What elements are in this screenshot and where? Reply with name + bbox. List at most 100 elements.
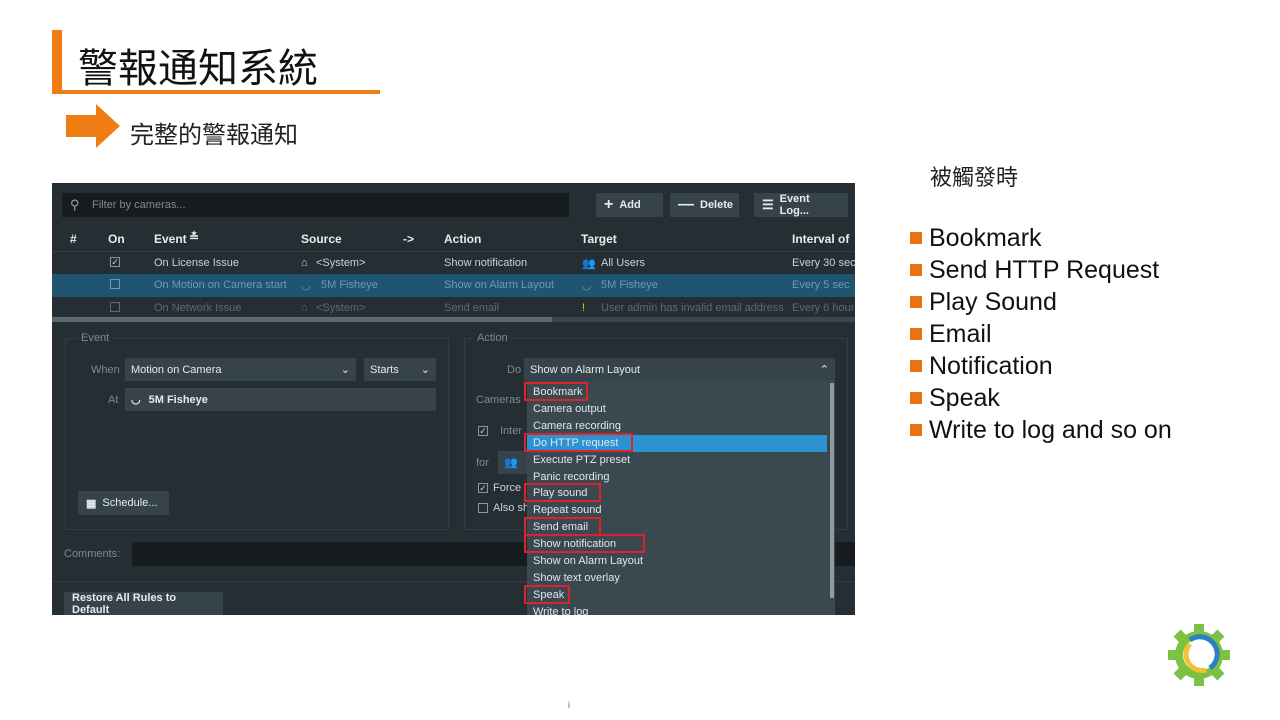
page-marker: i [568,700,570,710]
row-source: <System> [316,257,366,269]
scrollbar-thumb[interactable] [52,317,552,322]
table-row[interactable]: ✓ On License Issue ⌂ <System> Show notif… [52,251,855,274]
rules-screenshot: ⚲ Filter by cameras... + Add — Delete ☰ Eve… [52,183,855,615]
row-interval: Every 5 sec [792,279,850,291]
dropdown-scrollbar[interactable] [830,383,834,598]
starts-value: Starts [370,363,399,376]
bullet-square-icon [910,264,922,276]
highlight-box [524,382,589,401]
home-icon: ⌂ [301,302,308,314]
row-action: Show on Alarm Layout [444,279,555,291]
row-source: 5M Fisheye [321,279,378,291]
chevron-down-icon: ⌄ [420,364,430,376]
when-select[interactable]: Motion on Camera ⌄ [125,358,356,381]
dropdown-option[interactable]: Execute PTZ preset [533,452,630,469]
checkbox-unchecked[interactable] [110,279,120,289]
horizontal-scrollbar[interactable] [52,317,855,322]
users-icon: 👥 [582,258,596,270]
force-label: Force [493,482,522,494]
interval-checkbox[interactable]: ✓ [478,426,488,436]
plus-icon: + [604,196,614,213]
col-on[interactable]: On [108,232,125,246]
row-interval: Every 6 hour [792,302,855,314]
slide-subtitle: 完整的警報通知 [130,121,298,149]
restore-label: Restore All Rules to Default [72,592,177,615]
col-target[interactable]: Target [581,232,617,246]
force-checkbox[interactable]: ✓ [478,483,488,493]
table-row-selected[interactable]: On Motion on Camera start ◡ 5M Fisheye S… [52,274,855,297]
chevron-down-icon: ⌄ [340,364,350,376]
bullet-item: Email [910,318,1172,350]
highlight-box [524,483,601,503]
restore-defaults-button[interactable]: Restore All Rules to Default [64,592,223,615]
list-icon: ☰ [762,197,774,212]
event-log-label: Event Log... [779,193,810,217]
for-label: for [476,457,489,469]
bullet-text: Bookmark [929,223,1042,252]
row-target: User admin has invalid email address [601,302,784,314]
event-log-button[interactable]: ☰ Event Log... [754,193,848,217]
checkbox-checked[interactable]: ✓ [110,257,120,267]
col-event[interactable]: Event [154,232,187,246]
dropdown-option[interactable]: Camera output [533,401,606,418]
row-source: <System> [316,302,366,314]
bullet-item: Notification [910,350,1172,382]
at-camera-field[interactable]: ◡ 5M Fisheye [125,388,436,411]
col-source[interactable]: Source [301,232,342,246]
at-label: At [108,394,119,406]
checkbox-unchecked[interactable] [110,302,120,312]
do-dropdown-list[interactable]: Bookmark Camera output Camera recording Do … [524,381,835,615]
bullet-item: Speak [910,382,1172,414]
bullet-text: Send HTTP Request [929,255,1160,284]
row-event: On Motion on Camera start [154,279,287,291]
dropdown-option[interactable]: Show on Alarm Layout [533,553,643,570]
bullet-item: Play Sound [910,286,1172,318]
col-interval[interactable]: Interval of [792,232,849,246]
do-select[interactable]: Show on Alarm Layout ⌃ [524,358,835,381]
bullet-square-icon [910,328,922,340]
highlight-box [524,534,646,554]
do-value: Show on Alarm Layout [530,363,641,376]
bullet-square-icon [910,424,922,436]
event-panel-title: Event [78,332,113,344]
slide-title: 警報通知系統 [78,46,318,92]
filter-input[interactable]: ⚲ Filter by cameras... [62,193,569,217]
bullet-square-icon [910,360,922,372]
row-action: Send email [444,302,500,314]
row-action: Show notification [444,257,528,269]
also-show-checkbox[interactable] [478,503,488,513]
row-event: On Network Issue [154,302,242,314]
schedule-button[interactable]: ▦ Schedule... [78,491,169,515]
when-label: When [91,364,120,376]
interval-label: Inter [500,425,523,437]
also-show-label: Also sh [493,502,530,514]
bullet-text: Notification [929,351,1053,380]
comments-label: Comments: [64,548,121,560]
bullet-text: Speak [929,383,1000,412]
bullet-square-icon [910,232,922,244]
col-arrow: -> [403,232,415,246]
bullet-item: Write to log and so on [910,414,1172,446]
delete-button[interactable]: — Delete [670,193,739,217]
row-target: All Users [601,257,646,269]
bullet-square-icon [910,392,922,404]
do-label: Do [507,364,522,376]
bullet-square-icon [910,296,922,308]
bullet-text: Play Sound [929,287,1057,316]
row-event: On License Issue [154,257,239,269]
sort-icon: ≛ [189,230,200,244]
col-number[interactable]: # [70,232,77,246]
dropdown-option[interactable]: Write to log [533,604,588,615]
col-action[interactable]: Action [444,232,481,246]
filter-placeholder: Filter by cameras... [92,199,186,211]
minus-icon: — [678,196,694,213]
camera-icon: ◡ [301,280,311,292]
add-button[interactable]: + Add [596,193,663,217]
highlight-box [524,432,633,452]
cameras-label: Cameras [476,394,521,406]
schedule-label: Schedule... [102,497,158,509]
home-icon: ⌂ [301,257,308,269]
gear-sync-logo [1168,624,1230,686]
camera-icon: ◡ [582,280,592,292]
starts-select[interactable]: Starts ⌄ [364,358,436,381]
